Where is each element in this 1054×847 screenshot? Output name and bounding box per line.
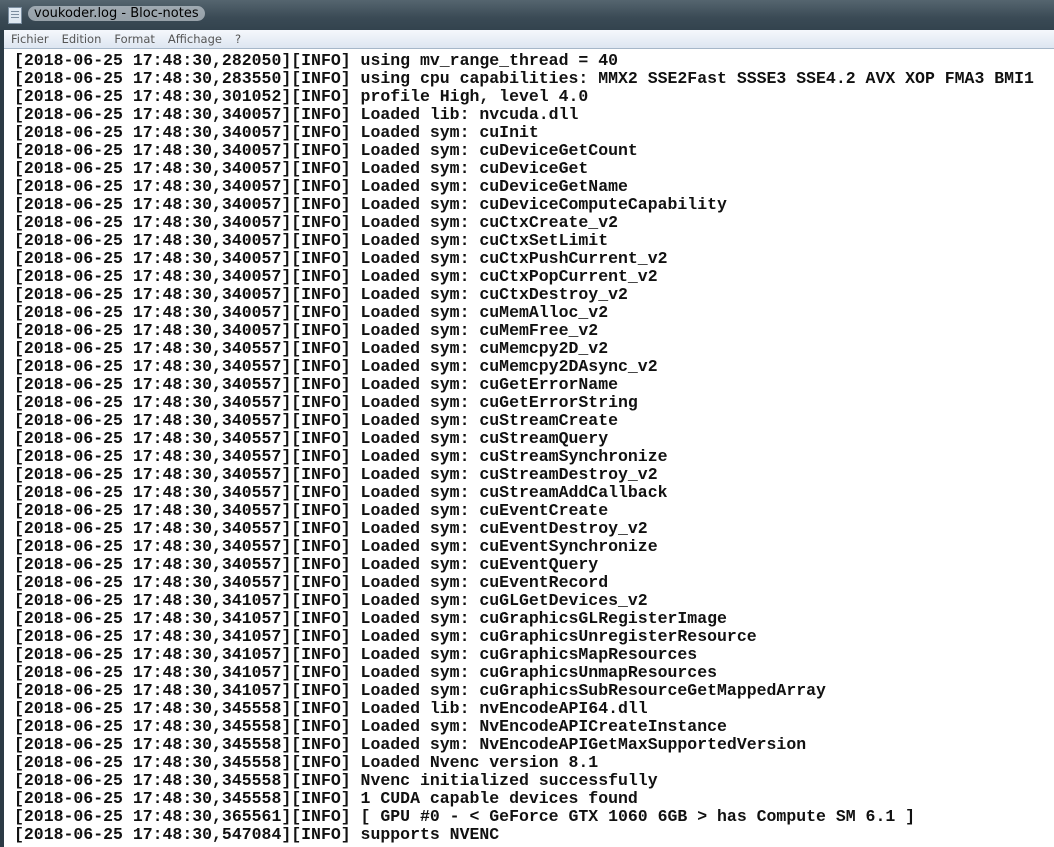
log-line: [2018-06-25 17:48:30,340557][INFO] Loade… — [14, 429, 609, 448]
log-line: [2018-06-25 17:48:30,340057][INFO] Loade… — [14, 123, 539, 142]
log-line: [2018-06-25 17:48:30,282050][INFO] using… — [14, 51, 618, 70]
log-line: [2018-06-25 17:48:30,340557][INFO] Loade… — [14, 465, 658, 484]
text-editor[interactable]: [2018-06-25 17:48:30,282050][INFO] using… — [4, 49, 1054, 847]
log-line: [2018-06-25 17:48:30,340557][INFO] Loade… — [14, 501, 609, 520]
log-line: [2018-06-25 17:48:30,340057][INFO] Loade… — [14, 285, 628, 304]
log-line: [2018-06-25 17:48:30,340557][INFO] Loade… — [14, 357, 658, 376]
log-line: [2018-06-25 17:48:30,547084][INFO] suppo… — [14, 825, 500, 844]
log-line: [2018-06-25 17:48:30,340557][INFO] Loade… — [14, 339, 609, 358]
log-line: [2018-06-25 17:48:30,340557][INFO] Loade… — [14, 375, 618, 394]
notepad-icon — [8, 7, 22, 24]
menu-format[interactable]: Format — [107, 32, 161, 46]
log-line: [2018-06-25 17:48:30,341057][INFO] Loade… — [14, 627, 757, 646]
log-line: [2018-06-25 17:48:30,340057][INFO] Loade… — [14, 267, 658, 286]
log-line: [2018-06-25 17:48:30,345558][INFO] Loade… — [14, 753, 599, 772]
menu-edition[interactable]: Edition — [55, 32, 108, 46]
log-line: [2018-06-25 17:48:30,341057][INFO] Loade… — [14, 609, 727, 628]
log-line: [2018-06-25 17:48:30,340057][INFO] Loade… — [14, 195, 727, 214]
log-line: [2018-06-25 17:48:30,345558][INFO] Loade… — [14, 717, 727, 736]
notepad-window: Fichier Edition Format Affichage? [2018-06-… — [4, 30, 1054, 847]
log-line: [2018-06-25 17:48:30,340557][INFO] Loade… — [14, 411, 618, 430]
log-line: [2018-06-25 17:48:30,341057][INFO] Loade… — [14, 591, 648, 610]
log-line: [2018-06-25 17:48:30,345558][INFO] 1 CUD… — [14, 789, 638, 808]
log-line: [2018-06-25 17:48:30,340057][INFO] Loade… — [14, 303, 609, 322]
log-line: [2018-06-25 17:48:30,340057][INFO] Loade… — [14, 249, 668, 268]
log-line: [2018-06-25 17:48:30,340557][INFO] Loade… — [14, 537, 658, 556]
log-line: [2018-06-25 17:48:30,340057][INFO] Loade… — [14, 141, 638, 160]
log-line: [2018-06-25 17:48:30,365561][INFO] [ GPU… — [14, 807, 916, 826]
log-line: [2018-06-25 17:48:30,341057][INFO] Loade… — [14, 645, 698, 664]
log-line: [2018-06-25 17:48:30,345558][INFO] Loade… — [14, 735, 807, 754]
log-line: [2018-06-25 17:48:30,340557][INFO] Loade… — [14, 573, 609, 592]
log-line: [2018-06-25 17:48:30,340557][INFO] Loade… — [14, 393, 638, 412]
log-line: [2018-06-25 17:48:30,345558][INFO] Loade… — [14, 699, 648, 718]
menu-bar: Fichier Edition Format Affichage? — [4, 30, 1054, 49]
window-title: voukoder.log - Bloc-notes — [28, 6, 205, 21]
log-line: [2018-06-25 17:48:30,340557][INFO] Loade… — [14, 519, 648, 538]
log-line: [2018-06-25 17:48:30,340057][INFO] Loade… — [14, 177, 628, 196]
log-line: [2018-06-25 17:48:30,340557][INFO] Loade… — [14, 447, 668, 466]
log-line: [2018-06-25 17:48:30,340057][INFO] Loade… — [14, 213, 618, 232]
log-line: [2018-06-25 17:48:30,340057][INFO] Loade… — [14, 231, 609, 250]
log-line: [2018-06-25 17:48:30,341057][INFO] Loade… — [14, 663, 718, 682]
log-line: [2018-06-25 17:48:30,341057][INFO] Loade… — [14, 681, 826, 700]
log-line: [2018-06-25 17:48:30,345558][INFO] Nvenc… — [14, 771, 658, 790]
log-line: [2018-06-25 17:48:30,283550][INFO] using… — [14, 69, 1034, 88]
log-line: [2018-06-25 17:48:30,340057][INFO] Loade… — [14, 105, 579, 124]
title-bar[interactable]: voukoder.log - Bloc-notes — [0, 0, 1054, 30]
log-line: [2018-06-25 17:48:30,340557][INFO] Loade… — [14, 483, 668, 502]
log-line: [2018-06-25 17:48:30,340057][INFO] Loade… — [14, 321, 599, 340]
menu-help[interactable]: ? — [228, 32, 247, 46]
log-line: [2018-06-25 17:48:30,301052][INFO] profi… — [14, 87, 589, 106]
log-line: [2018-06-25 17:48:30,340057][INFO] Loade… — [14, 159, 589, 178]
menu-affichage[interactable]: Affichage — [161, 32, 228, 46]
log-line: [2018-06-25 17:48:30,340557][INFO] Loade… — [14, 555, 599, 574]
menu-fichier[interactable]: Fichier — [4, 32, 55, 46]
